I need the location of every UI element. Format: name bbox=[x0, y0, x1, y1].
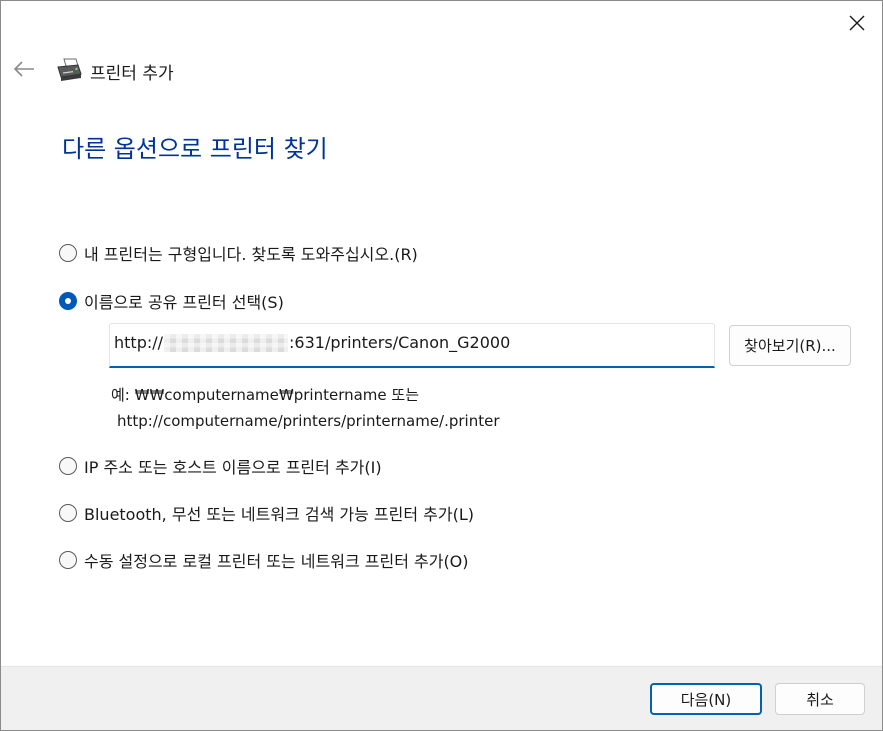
redacted-host bbox=[164, 333, 289, 352]
radio-shared-printer[interactable] bbox=[59, 292, 77, 310]
next-button[interactable]: 다음(N) bbox=[650, 683, 762, 715]
option-old-printer[interactable]: 내 프린터는 구형입니다. 찾도록 도와주십시오.(R) bbox=[59, 241, 418, 265]
radio-ip-address[interactable] bbox=[59, 457, 77, 475]
radio-bluetooth[interactable] bbox=[59, 504, 77, 522]
close-button[interactable] bbox=[833, 1, 881, 45]
option-shared-printer-label: 이름으로 공유 프린터 선택(S) bbox=[84, 293, 284, 312]
radio-manual[interactable] bbox=[59, 551, 77, 569]
option-bluetooth[interactable]: Bluetooth, 무선 또는 네트워크 검색 가능 프린터 추가(L) bbox=[59, 501, 474, 525]
path-example-line2: http://computername/printers/printername… bbox=[117, 412, 500, 430]
close-icon bbox=[849, 15, 865, 31]
option-shared-printer[interactable]: 이름으로 공유 프린터 선택(S) bbox=[59, 289, 284, 313]
printer-icon bbox=[57, 58, 82, 81]
shared-printer-path-input[interactable]: http:// :631/printers/Canon_G2000 bbox=[109, 323, 715, 368]
cancel-button[interactable]: 취소 bbox=[775, 683, 865, 715]
page-heading: 다른 옵션으로 프린터 찾기 bbox=[62, 135, 328, 163]
option-old-printer-label: 내 프린터는 구형입니다. 찾도록 도와주십시오.(R) bbox=[84, 245, 418, 264]
dialog-title: 프린터 추가 bbox=[90, 64, 174, 84]
option-bluetooth-label: Bluetooth, 무선 또는 네트워크 검색 가능 프린터 추가(L) bbox=[84, 505, 474, 524]
back-button[interactable] bbox=[9, 53, 39, 85]
path-example-line1: 예: ₩₩computername₩printername 또는 bbox=[111, 386, 420, 404]
printer-path-suffix: :631/printers/Canon_G2000 bbox=[289, 333, 511, 352]
browse-button[interactable]: 찾아보기(R)... bbox=[729, 325, 851, 366]
dialog-footer: 다음(N) 취소 bbox=[1, 666, 882, 730]
option-ip-address[interactable]: IP 주소 또는 호스트 이름으로 프린터 추가(I) bbox=[59, 454, 382, 478]
radio-old-printer[interactable] bbox=[59, 244, 77, 262]
path-example: 예: ₩₩computername₩printername 또는 http://… bbox=[111, 382, 500, 434]
option-ip-address-label: IP 주소 또는 호스트 이름으로 프린터 추가(I) bbox=[84, 458, 382, 477]
option-manual[interactable]: 수동 설정으로 로컬 프린터 또는 네트워크 프린터 추가(O) bbox=[59, 548, 469, 572]
printer-path-value: http:// :631/printers/Canon_G2000 bbox=[114, 333, 510, 352]
back-arrow-icon bbox=[13, 61, 34, 77]
printer-path-prefix: http:// bbox=[114, 333, 164, 352]
option-manual-label: 수동 설정으로 로컬 프린터 또는 네트워크 프린터 추가(O) bbox=[84, 552, 469, 571]
add-printer-dialog: 프린터 추가 다른 옵션으로 프린터 찾기 내 프린터는 구형입니다. 찾도록 … bbox=[0, 0, 883, 731]
